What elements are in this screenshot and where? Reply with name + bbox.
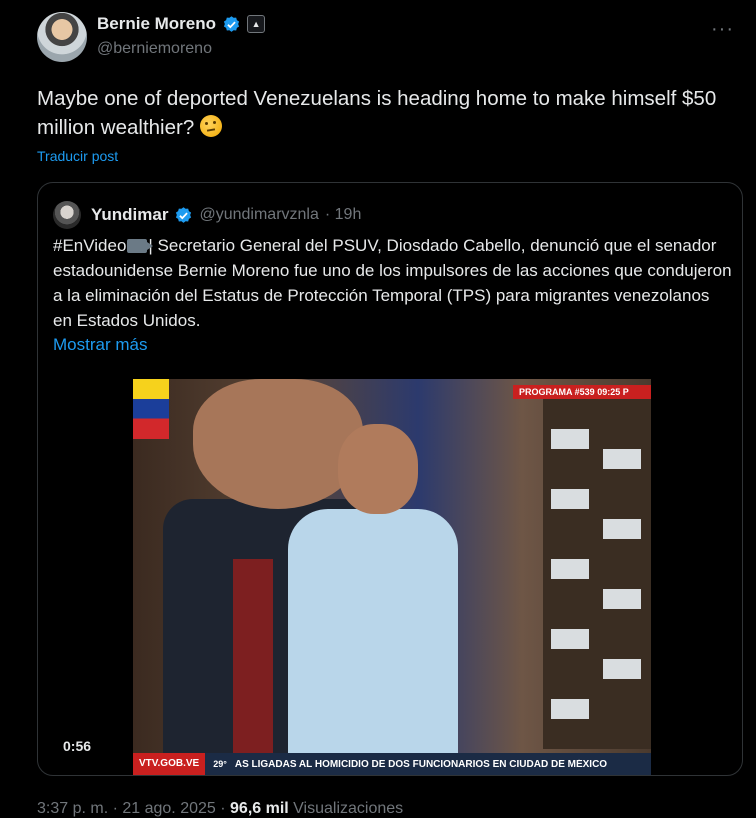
news-ticker: VTV.GOB.VE 29° AS LIGADAS AL HOMICIDIO D… (133, 753, 651, 775)
post-header: Bernie Moreno ▲ @berniemoreno ··· (37, 12, 756, 64)
more-options-icon[interactable]: ··· (711, 18, 734, 41)
board-note (603, 659, 641, 679)
ticker-temperature: 29° (213, 759, 227, 769)
author-display-name[interactable]: Bernie Moreno (97, 14, 216, 34)
speaker-face (338, 424, 418, 514)
government-badge-icon: ▲ (247, 15, 266, 33)
quoted-verified-badge-icon (176, 206, 192, 223)
post-text: Maybe one of deported Venezuelans is hea… (37, 84, 737, 142)
board-note (603, 519, 641, 539)
author-handle[interactable]: @berniemoreno (97, 40, 212, 58)
board-note (551, 699, 589, 719)
show-more-link[interactable]: Mostrar más (53, 335, 147, 355)
translate-post-link[interactable]: Traducir post (37, 148, 118, 164)
portrait-tie (233, 559, 273, 759)
author-avatar[interactable] (37, 12, 87, 62)
video-duration: 0:56 (63, 738, 92, 754)
quoted-hashtag: #EnVideo (53, 236, 127, 255)
speaker-shirt (288, 509, 458, 759)
author-name-row: Bernie Moreno ▲ (97, 14, 266, 34)
board-note (551, 429, 589, 449)
venezuela-flag (133, 379, 169, 439)
quoted-text-content: | Secretario General del PSUV, Diosdado … (53, 236, 732, 330)
program-bar: PROGRAMA #539 09:25 P (513, 385, 651, 399)
post-text-content: Maybe one of deported Venezuelans is hea… (37, 87, 717, 139)
quoted-post-header: Yundimar @yundimarvznla · 19h (53, 201, 361, 229)
board-note (603, 589, 641, 609)
cork-board (543, 399, 651, 749)
board-note (551, 559, 589, 579)
quoted-post-time: · 19h (324, 206, 362, 223)
thinking-face-emoji-icon (199, 115, 222, 137)
post-footer: 3:37 p. m. · 21 ago. 2025 · 96,6 mil Vis… (37, 800, 403, 818)
quoted-author-handle: @yundimarvznla (199, 206, 319, 223)
quoted-post-text: #EnVideo | Secretario General del PSUV, D… (53, 233, 733, 333)
board-note (551, 629, 589, 649)
ticker-headline: AS LIGADAS AL HOMICIDIO DE DOS FUNCIONAR… (234, 758, 608, 770)
quoted-author-name: Yundimar (91, 205, 169, 224)
quoted-post-card[interactable]: Yundimar @yundimarvznla · 19h #EnVideo | … (37, 182, 743, 776)
board-note (603, 449, 641, 469)
video-player[interactable]: PROGRAMA #539 09:25 P VTV.GOB.VE 29° AS … (133, 379, 651, 775)
views-count: 96,6 mil (230, 800, 289, 817)
board-note (551, 489, 589, 509)
verified-badge-icon (223, 15, 240, 32)
ticker-source: VTV.GOB.VE (133, 753, 206, 775)
views-label: Visualizaciones (293, 800, 404, 817)
portrait-face (193, 379, 363, 509)
video-camera-emoji-icon (127, 239, 154, 253)
post-timestamp[interactable]: 3:37 p. m. · 21 ago. 2025 · (37, 800, 226, 817)
quoted-author-avatar (53, 201, 81, 229)
